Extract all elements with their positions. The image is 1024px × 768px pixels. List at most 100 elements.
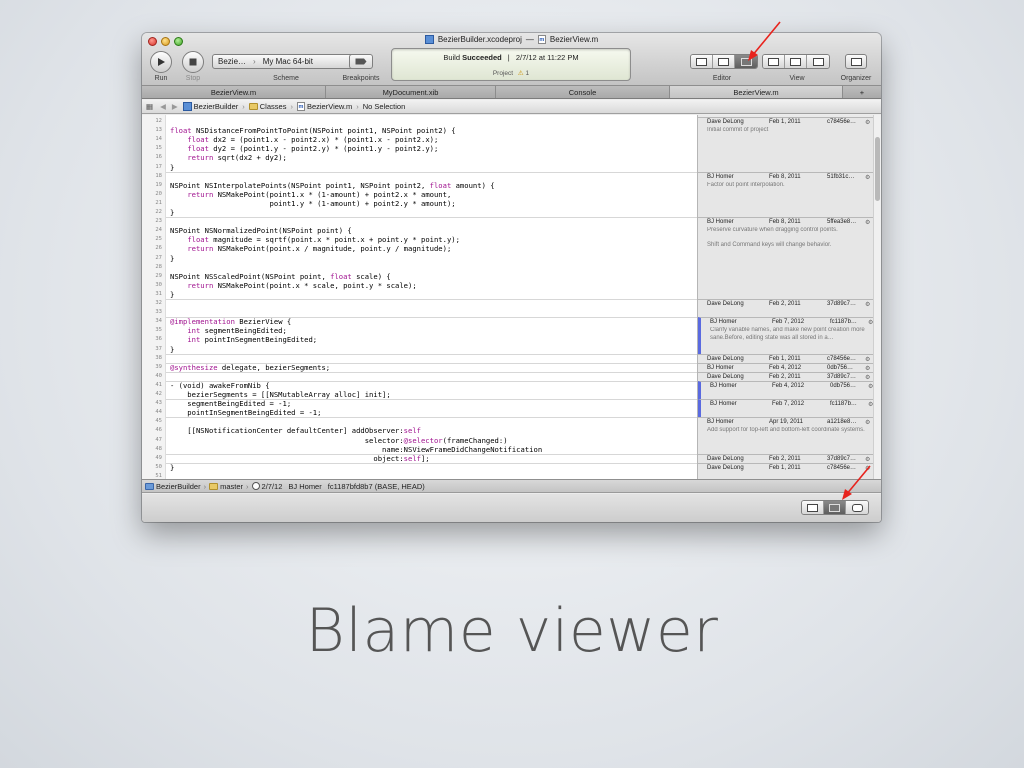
blame-hash: 0db756… [827, 364, 854, 371]
blame-entry[interactable]: Dave DeLong Feb 1, 2011 c78456e… ⚙ [698, 462, 873, 479]
blame-entry[interactable]: Dave DeLong Feb 2, 2011 37d89c7… ⚙ [698, 299, 873, 318]
breadcrumb-selection[interactable]: No Selection [361, 102, 408, 111]
blame-entry[interactable]: BJ Homer Feb 7, 2012 fc1187b… ⚙ [698, 399, 873, 418]
scrollbar-thumb[interactable] [875, 137, 880, 201]
gear-icon[interactable]: ⚙ [865, 419, 870, 426]
gear-icon[interactable]: ⚙ [865, 365, 870, 372]
blame-hash: c78456e… [827, 355, 857, 362]
tab-console[interactable]: Console [496, 86, 670, 98]
blame-entry[interactable]: Dave DeLong Feb 1, 2011 c78456e… ⚙ [698, 353, 873, 363]
view-segmented-control[interactable] [762, 54, 830, 69]
line-number: 45 [155, 418, 162, 425]
line-number: 35 [155, 327, 162, 334]
blame-entry[interactable]: Dave DeLong Feb 2, 2011 37d89c7… ⚙ [698, 453, 873, 463]
blame-date: Feb 2, 2011 [769, 301, 801, 307]
line-text: NSPoint NSScaledPoint(NSPoint point, flo… [170, 271, 391, 281]
blame-header: BJ Homer Apr 19, 2011 a1218e8… ⚙ [707, 419, 872, 427]
line-number: 12 [155, 118, 162, 124]
related-items-icon[interactable]: ▦ [142, 102, 157, 111]
code-line: 33 [142, 308, 697, 317]
gear-icon[interactable]: ⚙ [865, 301, 870, 308]
comparison-view-icon [807, 503, 818, 512]
organizer-button[interactable] [845, 54, 867, 69]
blame-entry[interactable]: BJ Homer Feb 4, 2012 0db756… ⚙ [698, 380, 873, 400]
line-number: 28 [155, 263, 162, 270]
gear-icon[interactable]: ⚙ [865, 456, 870, 463]
gear-icon[interactable]: ⚙ [865, 465, 870, 472]
gear-icon[interactable]: ⚙ [865, 219, 870, 226]
gear-icon[interactable]: ⚙ [865, 356, 870, 363]
blame-mode-button[interactable] [824, 501, 846, 514]
line-text: bezierSegments = [[NSMutableArray alloc]… [170, 390, 391, 399]
comparison-mode-button[interactable] [802, 501, 824, 514]
navigator-toggle-button[interactable] [763, 55, 785, 68]
line-number: 16 [155, 154, 162, 161]
blame-pane: Dave DeLong Feb 1, 2011 c78456e… ⚙ Initial c… [697, 115, 873, 479]
view-label: View [789, 75, 805, 82]
back-arrow-icon[interactable]: ◀ [157, 102, 169, 111]
hunk-separator [166, 371, 697, 373]
version-breadcrumb-project[interactable]: BezierBuilder [142, 482, 204, 491]
tab-bezierview-m[interactable]: BezierView.m [142, 86, 326, 98]
code-line: 36 int pointInSegmentBeingEdited; [142, 335, 697, 344]
breadcrumb-project[interactable]: BezierBuilder [181, 102, 241, 111]
standard-editor-button[interactable] [691, 55, 713, 68]
version-editor-bottom-bar [142, 494, 881, 522]
scheme-popup[interactable]: Bezie… › My Mac 64-bit [212, 54, 360, 69]
breadcrumb-file[interactable]: m BezierView.m [295, 102, 354, 111]
line-text: segmentBeingEdited = -1; [170, 399, 292, 409]
toolbar: BezierBuilder.xcodeproj — m BezierView.m… [142, 33, 881, 86]
version-editor-button[interactable] [735, 55, 757, 68]
assistant-editor-button[interactable] [713, 55, 735, 68]
blame-entry[interactable]: BJ Homer Apr 19, 2011 a1218e8… ⚙ Add support… [698, 417, 873, 454]
blame-entry[interactable]: BJ Homer Feb 7, 2012 fc1187b… ⚙ Clarify vari… [698, 317, 873, 354]
utilities-toggle-button[interactable] [807, 55, 829, 68]
debug-area-toggle-button[interactable] [785, 55, 807, 68]
gear-icon[interactable]: ⚙ [865, 119, 870, 126]
gear-icon[interactable]: ⚙ [865, 174, 870, 181]
version-breadcrumb-branch[interactable]: master [206, 482, 246, 491]
version-breadcrumb-commit[interactable]: 2/7/12 BJ Homer fc1187bfd8b7 (BASE, HEAD… [249, 482, 428, 491]
line-text: name:NSViewFrameDidChangeNotification [170, 444, 543, 454]
add-tab-button[interactable]: + [843, 86, 881, 98]
assistant-editor-icon [718, 57, 729, 66]
blame-hash: 37d89c7… [827, 301, 857, 307]
blame-entry[interactable]: BJ Homer Feb 8, 2011 51fb31c… ⚙ Factor out p… [698, 171, 873, 218]
scheme-target[interactable]: Bezie… [213, 57, 251, 66]
breakpoints-button[interactable] [349, 54, 373, 69]
code-line: 51 [142, 472, 697, 479]
log-mode-button[interactable] [846, 501, 868, 514]
tab-mydocument-xib[interactable]: MyDocument.xib [326, 86, 496, 98]
line-text: object:self]; [170, 453, 430, 463]
version-mode-segmented-control[interactable] [801, 500, 869, 515]
breadcrumb-classes[interactable]: Classes [247, 102, 289, 111]
stop-button[interactable] [182, 51, 204, 73]
code-line: 31} [142, 290, 697, 299]
run-button[interactable] [150, 51, 172, 73]
project-warnings[interactable]: Project ⚠ 1 [392, 69, 630, 77]
blame-entry[interactable]: BJ Homer Feb 4, 2012 0db756… ⚙ [698, 362, 873, 372]
code-line: 13 float NSDistanceFromPointToPoint(NSPoi… [142, 126, 697, 135]
blame-header: BJ Homer Feb 8, 2011 51fb31c… ⚙ [707, 174, 872, 182]
line-number: 27 [155, 254, 162, 261]
line-text: return NSMakePoint(point.x / magnitude, … [187, 244, 452, 254]
code-line: 21 point1.y * (1-amount) + point2.y * am… [142, 199, 697, 208]
vertical-scrollbar[interactable] [873, 115, 881, 479]
line-number: 25 [155, 236, 162, 243]
blame-entry[interactable]: Dave DeLong Feb 1, 2011 c78456e… ⚙ Initial c… [698, 117, 873, 172]
blame-header: Dave DeLong Feb 1, 2011 c78456e… ⚙ [707, 119, 872, 127]
blame-entry[interactable]: Dave DeLong Feb 2, 2011 37d89c7… ⚙ [698, 371, 873, 381]
forward-arrow-icon[interactable]: ▶ [169, 102, 181, 111]
tab-bezierview-m-active[interactable]: BezierView.m [670, 86, 843, 98]
scheme-destination[interactable]: My Mac 64-bit [258, 57, 318, 66]
gear-icon[interactable]: ⚙ [865, 374, 870, 381]
editor-segmented-control[interactable] [690, 54, 758, 69]
code-line: 38 [142, 354, 697, 363]
code-line: 20 return NSMakePoint(point1.x * (1-amou… [142, 190, 697, 199]
line-text: pointInSegmentBeingEdited = -1; [170, 408, 322, 418]
blame-entry[interactable]: BJ Homer Feb 8, 2011 5ffea3e8… ⚙ Preserve cu… [698, 217, 873, 299]
hunk-separator [166, 380, 697, 382]
code-line: 27} [142, 254, 697, 263]
source-editor[interactable]: 12 13 float NSDistanceFromPointToPoint(NSP… [142, 115, 697, 479]
line-text: float NSDistanceFromPointToPoint(NSPoint… [170, 126, 456, 136]
